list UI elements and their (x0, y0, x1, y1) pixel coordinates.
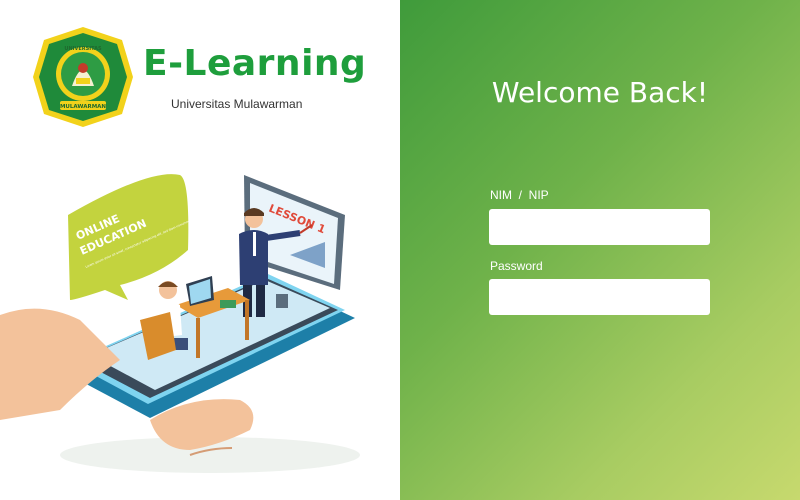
branding-panel: MULAWARMAN UNIVERSITAS E-Learning Univer… (0, 0, 400, 500)
logo-band-text: MULAWARMAN (60, 104, 106, 110)
password-input[interactable] (489, 279, 710, 315)
password-label: Password (490, 259, 543, 273)
brand-title: E-Learning (143, 43, 367, 84)
welcome-heading: Welcome Back! (491, 76, 709, 109)
brand-subtitle: Universitas Mulawarman (171, 97, 303, 111)
online-education-phone-illustration: ONLINE EDUCATION Lorem ipsum dolor sit a… (0, 174, 360, 473)
university-seal-icon: MULAWARMAN UNIVERSITAS (33, 27, 133, 127)
nim-nip-label: NIM / NIP (490, 188, 549, 202)
logo-ring-text: UNIVERSITAS (64, 46, 102, 52)
login-panel: Welcome Back! NIM / NIP Password (400, 0, 800, 500)
nim-nip-input[interactable] (489, 209, 710, 245)
student-figure (140, 281, 188, 360)
speech-bubble: ONLINE EDUCATION Lorem ipsum dolor sit a… (68, 174, 258, 300)
